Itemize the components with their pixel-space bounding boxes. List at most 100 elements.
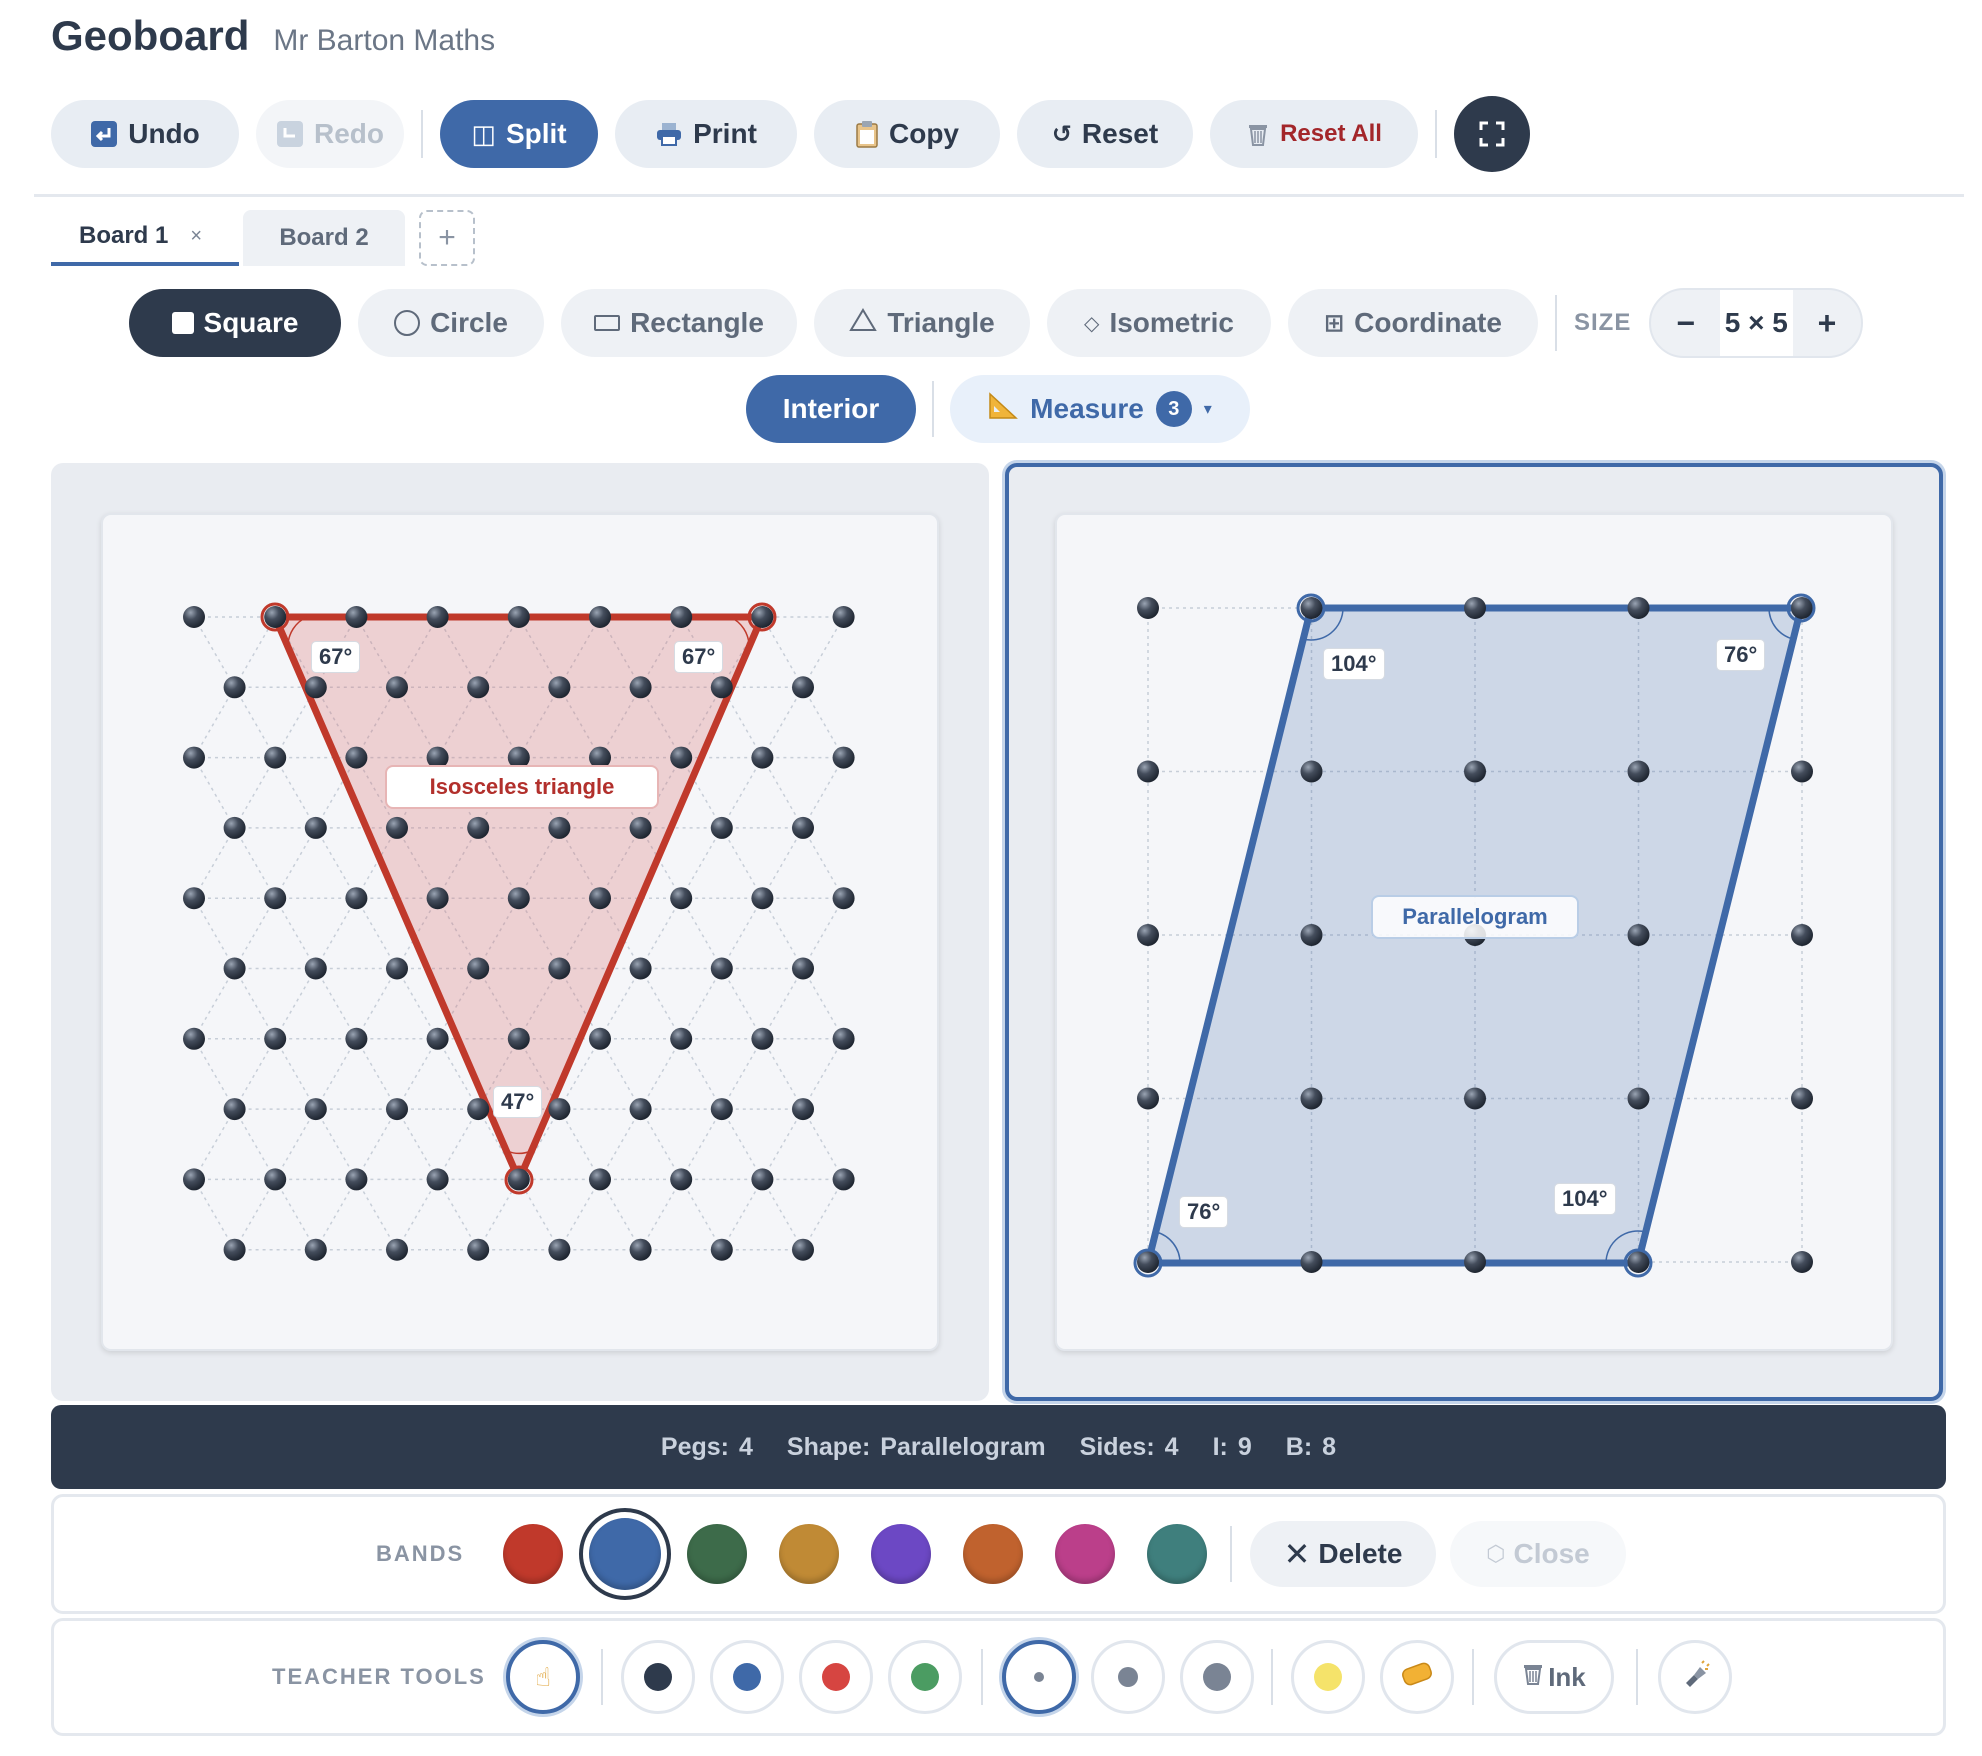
pen-size-medium-button[interactable] xyxy=(1091,1640,1165,1714)
peg[interactable] xyxy=(264,606,287,628)
peg[interactable] xyxy=(1137,760,1159,783)
peg[interactable] xyxy=(386,1098,408,1121)
peg[interactable] xyxy=(792,816,814,839)
peg[interactable] xyxy=(507,606,530,628)
peg[interactable] xyxy=(1464,760,1486,783)
pen-color-blue-button[interactable] xyxy=(710,1640,784,1714)
band-color-button[interactable] xyxy=(855,1508,947,1600)
tab-board-2[interactable]: Board 2 xyxy=(243,210,405,266)
peg[interactable] xyxy=(1300,1087,1323,1110)
peg[interactable] xyxy=(223,1238,246,1261)
interior-toggle[interactable]: Interior xyxy=(746,375,916,443)
peg[interactable] xyxy=(426,1168,449,1191)
peg[interactable] xyxy=(183,887,205,910)
delete-band-button[interactable]: ✕ Delete xyxy=(1250,1521,1436,1587)
clear-ink-button[interactable]: Ink xyxy=(1494,1640,1614,1714)
spotlight-button[interactable] xyxy=(1658,1640,1732,1714)
peg[interactable] xyxy=(589,887,611,910)
board-panel-right[interactable]: 104° 76° 76° 104° Parallelogram xyxy=(1005,463,1943,1401)
peg[interactable] xyxy=(386,957,408,980)
peg[interactable] xyxy=(507,1027,530,1050)
peg[interactable] xyxy=(751,606,774,628)
eraser-button[interactable] xyxy=(1380,1640,1454,1714)
peg[interactable] xyxy=(1137,1087,1159,1110)
tab-board-1[interactable]: Board 1 × xyxy=(51,210,239,266)
peg[interactable] xyxy=(426,606,449,628)
peg[interactable] xyxy=(264,887,287,910)
band-color-button[interactable] xyxy=(579,1508,671,1600)
peg[interactable] xyxy=(304,1238,327,1261)
peg[interactable] xyxy=(548,1098,571,1121)
peg[interactable] xyxy=(1300,597,1323,619)
peg[interactable] xyxy=(792,957,814,980)
peg[interactable] xyxy=(183,606,205,628)
peg[interactable] xyxy=(223,957,246,980)
peg[interactable] xyxy=(1627,924,1650,946)
fullscreen-button[interactable] xyxy=(1454,96,1530,172)
type-square-button[interactable]: Square xyxy=(129,289,341,357)
peg[interactable] xyxy=(1300,924,1323,946)
pen-size-large-button[interactable] xyxy=(1180,1640,1254,1714)
peg[interactable] xyxy=(710,1098,733,1121)
add-board-button[interactable]: + xyxy=(419,210,475,266)
peg[interactable] xyxy=(345,606,368,628)
peg[interactable] xyxy=(670,887,693,910)
peg[interactable] xyxy=(629,957,652,980)
peg[interactable] xyxy=(264,746,287,769)
peg[interactable] xyxy=(183,1027,205,1050)
peg[interactable] xyxy=(548,816,571,839)
type-isometric-button[interactable]: ◇ Isometric xyxy=(1047,289,1271,357)
peg[interactable] xyxy=(345,1168,368,1191)
peg[interactable] xyxy=(183,1168,205,1191)
peg[interactable] xyxy=(1627,760,1650,783)
peg[interactable] xyxy=(467,676,490,699)
pen-color-green-button[interactable] xyxy=(888,1640,962,1714)
reset-button[interactable]: ↺ Reset xyxy=(1017,100,1193,168)
peg[interactable] xyxy=(548,1238,571,1261)
peg[interactable] xyxy=(589,606,611,628)
peg[interactable] xyxy=(710,1238,733,1261)
close-tab-icon[interactable]: × xyxy=(190,225,202,248)
peg[interactable] xyxy=(1464,597,1486,619)
peg[interactable] xyxy=(1791,760,1813,783)
peg[interactable] xyxy=(304,1098,327,1121)
geoboard-isometric[interactable]: 67° 67° 47° Isosceles triangle xyxy=(101,513,939,1351)
peg[interactable] xyxy=(670,1168,693,1191)
redo-button[interactable]: Redo xyxy=(256,100,404,168)
peg[interactable] xyxy=(832,1168,855,1191)
peg[interactable] xyxy=(792,1238,814,1261)
measure-dropdown[interactable]: Measure 3 ▾ xyxy=(950,375,1250,443)
split-button[interactable]: ◫ Split xyxy=(440,100,598,168)
peg[interactable] xyxy=(223,816,246,839)
type-triangle-button[interactable]: Triangle xyxy=(814,289,1030,357)
peg[interactable] xyxy=(751,887,774,910)
peg[interactable] xyxy=(792,676,814,699)
pointer-tool-button[interactable]: ☝ xyxy=(506,1640,580,1714)
peg[interactable] xyxy=(507,887,530,910)
peg[interactable] xyxy=(1791,1251,1813,1273)
peg[interactable] xyxy=(832,887,855,910)
peg[interactable] xyxy=(629,676,652,699)
peg[interactable] xyxy=(832,746,855,769)
close-shape-button[interactable]: ⬡ Close xyxy=(1450,1521,1626,1587)
peg[interactable] xyxy=(751,746,774,769)
band-color-button[interactable] xyxy=(947,1508,1039,1600)
peg[interactable] xyxy=(264,1168,287,1191)
peg[interactable] xyxy=(548,676,571,699)
geoboard-square[interactable]: 104° 76° 76° 104° Parallelogram xyxy=(1055,513,1893,1351)
peg[interactable] xyxy=(345,1027,368,1050)
pen-color-red-button[interactable] xyxy=(799,1640,873,1714)
peg[interactable] xyxy=(751,1168,774,1191)
peg[interactable] xyxy=(386,1238,408,1261)
size-increase-button[interactable]: + xyxy=(1793,305,1862,342)
undo-button[interactable]: Undo xyxy=(51,100,239,168)
peg[interactable] xyxy=(710,957,733,980)
isometric-grid[interactable] xyxy=(103,515,941,1353)
reset-all-button[interactable]: Reset All xyxy=(1210,100,1418,168)
peg[interactable] xyxy=(629,816,652,839)
peg[interactable] xyxy=(345,887,368,910)
peg[interactable] xyxy=(589,1027,611,1050)
peg[interactable] xyxy=(1137,924,1159,946)
type-rectangle-button[interactable]: Rectangle xyxy=(561,289,797,357)
peg[interactable] xyxy=(1464,1251,1486,1273)
